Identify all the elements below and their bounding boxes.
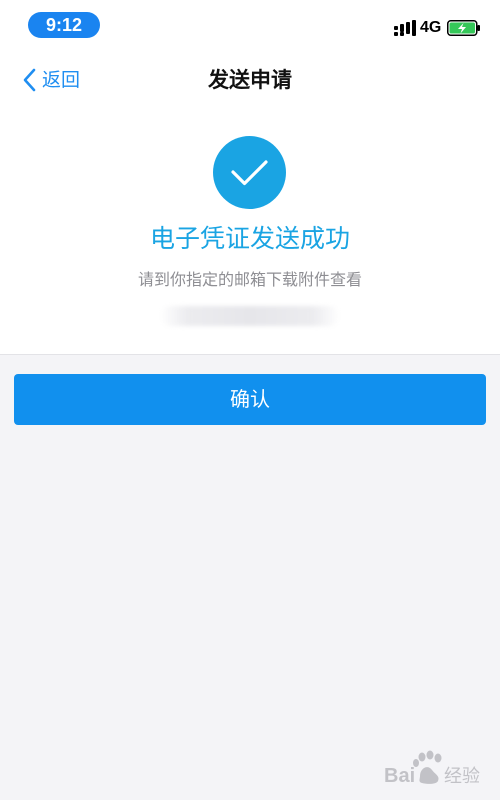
svg-text:经验: 经验 (444, 766, 480, 787)
hint-text: 请到你指定的邮箱下载附件查看 (137, 270, 362, 289)
chevron-left-icon (23, 68, 36, 92)
battery-charging-icon (447, 20, 480, 36)
success-title: 电子凭证发送成功 (149, 224, 350, 253)
cellular-signal-icon (394, 20, 416, 36)
baidu-jingyan-watermark-logo: Bai 经验 (384, 750, 480, 787)
success-check-icon (213, 136, 286, 209)
nav-bar: 发送申请 返回 (0, 54, 500, 106)
network-type: 4G (420, 19, 442, 36)
masked-email (160, 306, 340, 326)
screen: 9:12 4G 发送申请 返回 电子凭证发送成功 请到你指定的邮箱下载附件查看 … (0, 0, 500, 800)
svg-text:Bai: Bai (384, 765, 415, 787)
back-label: 返回 (42, 69, 81, 91)
status-time: 9:12 (28, 12, 100, 38)
status-bar: 9:12 4G (0, 0, 500, 54)
confirm-button[interactable]: 确认 (14, 374, 486, 425)
result-card: 电子凭证发送成功 请到你指定的邮箱下载附件查看 (0, 106, 500, 355)
back-button[interactable]: 返回 (22, 66, 80, 94)
